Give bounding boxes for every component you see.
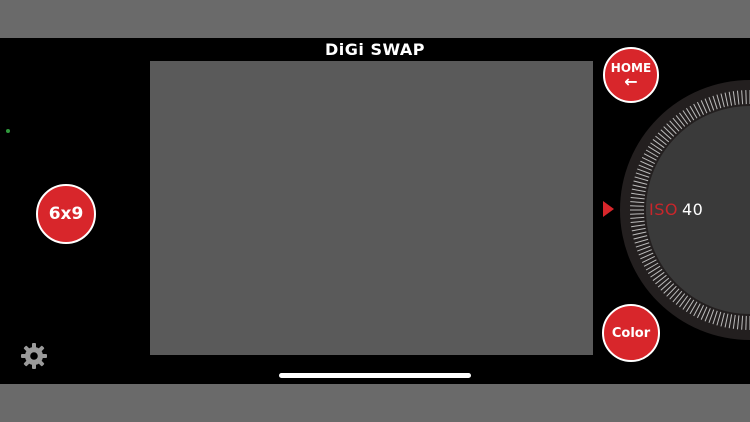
- dial-tick: [630, 196, 645, 200]
- dial-tick: [637, 168, 651, 175]
- dial-tick: [631, 224, 646, 228]
- camera-app: DiGi SWAP 6x9 HOME ← Color ISO 40: [0, 38, 750, 384]
- home-indicator[interactable]: [279, 373, 471, 378]
- dial-tick: [675, 115, 686, 127]
- dial-tick: [655, 274, 667, 285]
- dial-tick: [632, 184, 647, 189]
- dial-tick: [728, 314, 733, 329]
- dial-tick: [732, 91, 736, 106]
- dial-tick: [657, 132, 670, 143]
- dial-tick: [672, 290, 683, 303]
- dial-tick: [630, 216, 645, 219]
- format-button-label: 6x9: [48, 204, 84, 224]
- dial-tick: [663, 126, 675, 137]
- dial-tick: [652, 139, 665, 149]
- dial-tick: [724, 313, 729, 328]
- dial-tick: [716, 94, 722, 109]
- dial-tick: [736, 90, 740, 105]
- dial-tick: [666, 285, 677, 297]
- dial-tick: [660, 129, 672, 140]
- screen-frame: DiGi SWAP 6x9 HOME ← Color ISO 40: [0, 0, 750, 422]
- dial-tick: [669, 120, 680, 132]
- dial-tick: [728, 91, 733, 106]
- dial-tick: [631, 192, 646, 196]
- dial-tick: [650, 268, 663, 278]
- dial-tick: [724, 92, 729, 107]
- dial-tick: [732, 314, 736, 329]
- dial-tick: [635, 242, 650, 248]
- dial-tick: [682, 110, 692, 123]
- dial-tick: [632, 231, 647, 236]
- dial-tick: [630, 201, 645, 204]
- dial-tick: [635, 172, 650, 178]
- dial-tick: [720, 312, 725, 327]
- status-dot-icon: [6, 129, 10, 133]
- dial-tick: [631, 188, 646, 193]
- dial-tick: [708, 309, 715, 323]
- dial-tick: [675, 293, 686, 305]
- dial-tick: [741, 315, 744, 330]
- dial-tick: [666, 123, 677, 135]
- dial-tick: [679, 295, 689, 308]
- dial-tick: [716, 311, 722, 326]
- dial-tick: [634, 238, 649, 244]
- iso-label: ISO: [649, 200, 678, 219]
- dial-tick: [630, 220, 645, 224]
- dial-tick: [736, 315, 740, 330]
- dial-tick: [679, 112, 689, 125]
- dial-tick: [663, 283, 675, 294]
- dial-tick: [652, 271, 665, 281]
- dial-tick: [720, 93, 725, 108]
- dial-tick: [708, 97, 715, 111]
- dial-tick: [682, 297, 692, 310]
- format-button[interactable]: 6x9: [36, 184, 96, 244]
- dial-tick: [712, 95, 718, 110]
- dial-tick: [657, 277, 670, 288]
- dial-tick: [712, 310, 718, 325]
- dial-tick: [633, 235, 648, 240]
- viewfinder[interactable]: [150, 61, 593, 355]
- dial-tick: [633, 180, 648, 185]
- dial-tick: [672, 117, 683, 130]
- iso-value: 40: [682, 200, 704, 219]
- gear-icon[interactable]: [20, 342, 48, 370]
- dial-tick: [660, 280, 672, 291]
- dial-tick: [669, 288, 680, 300]
- dial-tick: [650, 142, 663, 152]
- dial-tick: [637, 245, 651, 252]
- dial-tick: [655, 135, 667, 146]
- dial-tick: [631, 227, 646, 232]
- triangle-right-icon: [603, 201, 614, 217]
- dial-tick: [634, 176, 649, 182]
- dial-tick: [741, 90, 744, 105]
